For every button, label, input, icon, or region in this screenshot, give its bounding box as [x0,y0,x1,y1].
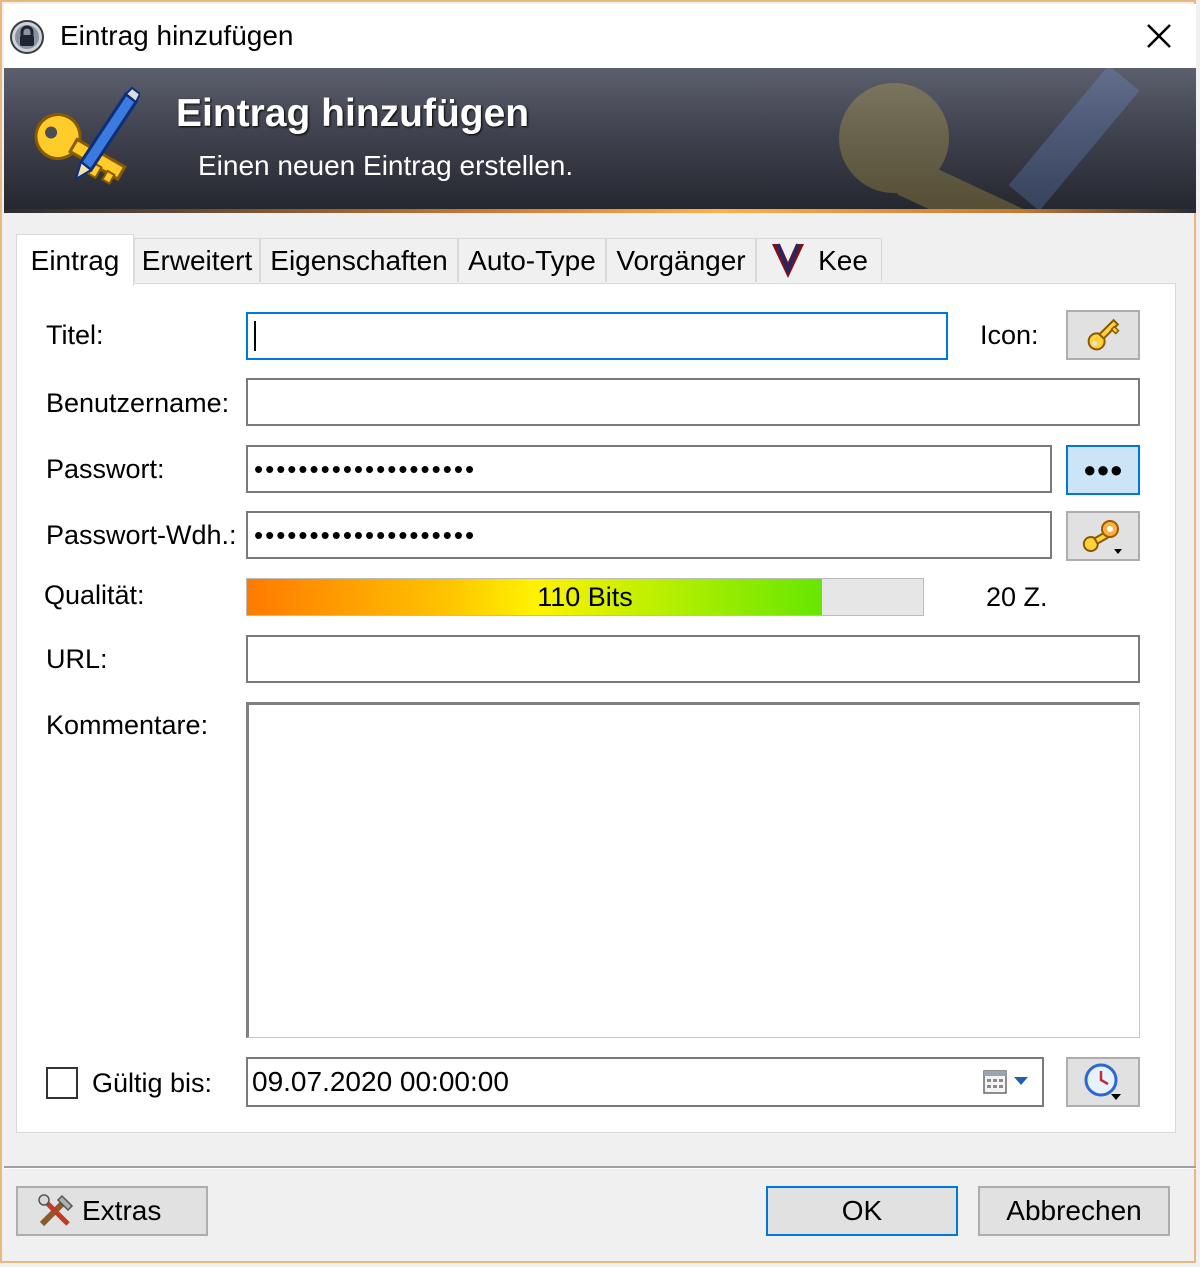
tab-label: Eigenschaften [270,244,448,276]
keepass-lock-icon [10,20,44,54]
banner-subtitle: Einen neuen Eintrag erstellen. [198,150,574,181]
expires-value: 09.07.2020 00:00:00 [252,1066,509,1097]
close-icon [1147,24,1171,48]
icon-label: Icon: [980,320,1039,350]
repeat-password-label: Passwort-Wdh.: [46,520,237,550]
expires-checkbox[interactable] [46,1067,78,1099]
cancel-label: Abbrechen [1006,1195,1142,1226]
banner-watermark-icon [839,68,1140,210]
expiry-presets-button[interactable] [1066,1057,1140,1107]
quality-label: Qualität: [44,580,145,610]
icon-picker-button[interactable] [1066,310,1140,360]
notes-textarea[interactable] [246,702,1140,1038]
tab-label: Kee [818,244,868,276]
password-value: •••••••••••••••••••• [254,453,477,484]
text-cursor [254,321,256,351]
dialog-window: Eintrag hinzufügen Eintrag hinzufügen Ei… [0,0,1196,1263]
tab-eintrag[interactable]: Eintrag [16,234,134,286]
repeat-password-input[interactable]: •••••••••••••••••••• [246,511,1052,559]
password-toggle-label: ●●● [1083,457,1123,482]
ok-label: OK [841,1195,883,1226]
tab-vorgaenger[interactable]: Vorgänger [606,238,756,282]
extras-label: Extras [82,1195,162,1226]
expires-label[interactable]: Gültig bis: [92,1068,212,1099]
title-input[interactable] [246,312,948,360]
tab-label: Eintrag [30,244,120,276]
password-label: Passwort: [46,454,165,484]
expires-date-picker[interactable]: 09.07.2020 00:00:00 [246,1057,1044,1107]
extras-button[interactable]: Extras [16,1186,208,1236]
calendar-dropdown-icon[interactable] [982,1067,1036,1097]
header-banner: Eintrag hinzufügen Einen neuen Eintrag e… [4,68,1196,210]
key-icon [1087,318,1120,351]
tab-kee[interactable]: Kee [756,238,882,282]
notes-label: Kommentare: [46,710,209,740]
password-generator-button[interactable] [1066,511,1140,561]
cancel-button[interactable]: Abbrechen [978,1186,1170,1236]
clock-dropdown-icon [1084,1063,1121,1100]
tab-erweitert[interactable]: Erweitert [134,238,260,282]
url-label: URL: [46,644,108,674]
title-label: Titel: [46,320,104,350]
password-generator-icon [1082,520,1122,554]
banner-title: Eintrag hinzufügen [176,92,530,135]
password-input[interactable]: •••••••••••••••••••• [246,445,1052,493]
char-count: 20 Z. [986,582,1048,612]
key-pen-icon [34,86,140,185]
password-quality-bar: 110 Bits [246,578,924,616]
window-title: Eintrag hinzufügen [60,20,294,51]
tab-auto-type[interactable]: Auto-Type [458,238,606,282]
banner-accent-line [4,209,1196,213]
ok-button[interactable]: OK [766,1186,958,1236]
repeat-password-value: •••••••••••••••••••• [254,519,477,550]
tools-icon [38,1194,74,1227]
tab-label: Erweitert [141,244,253,276]
close-button[interactable] [1122,4,1196,68]
username-label: Benutzername: [46,388,230,418]
kee-logo-icon [772,242,805,278]
url-input[interactable] [246,635,1140,683]
tab-eigenschaften[interactable]: Eigenschaften [260,238,458,282]
quality-bits: 110 Bits [537,581,633,612]
title-bar[interactable]: Eintrag hinzufügen [4,4,1196,68]
tab-label: Auto-Type [468,244,596,276]
username-input[interactable] [246,378,1140,426]
footer-separator [4,1166,1196,1169]
tab-label: Vorgänger [616,244,746,276]
show-password-button[interactable]: ●●● [1066,445,1140,495]
